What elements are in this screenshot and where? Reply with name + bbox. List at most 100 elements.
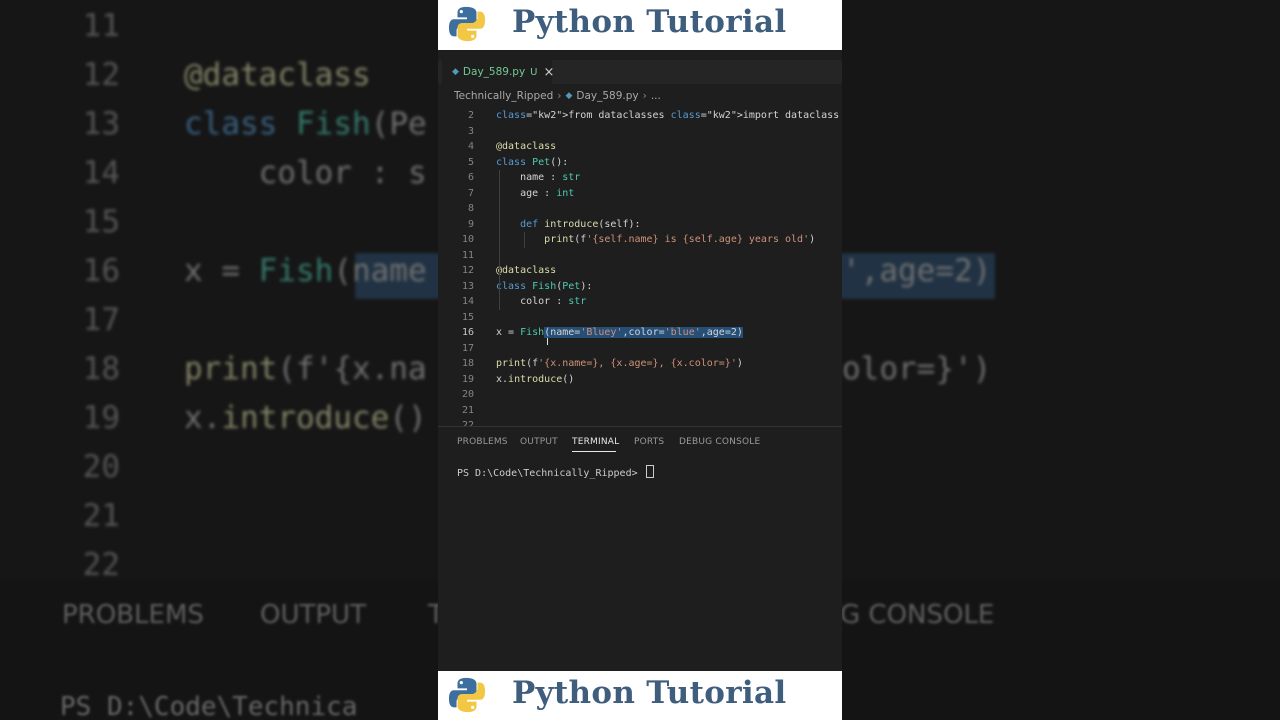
close-icon[interactable]: ×: [544, 65, 555, 80]
indent-guide: [499, 294, 500, 310]
code-text: @dataclass: [496, 265, 557, 276]
background-code-text: print(f'{x.na: [184, 351, 427, 387]
line-number: 14: [461, 296, 474, 307]
line-number: 12: [461, 265, 474, 276]
tab-output[interactable]: OUTPUT: [520, 437, 558, 447]
line-number: 16: [461, 327, 474, 338]
code-text: print(f'{x.name=}, {x.age=}, {x.color=}'…: [496, 358, 743, 369]
breadcrumb-file[interactable]: Day_589.py: [576, 90, 638, 102]
line-number: 4: [467, 141, 474, 152]
line-number: 21: [461, 404, 474, 416]
editor-tab-day-589[interactable]: ◆ Day_589.py U ×: [442, 60, 555, 84]
breadcrumb: Technically_Ripped › ◆ Day_589.py › ...: [454, 88, 661, 104]
code-text: x.introduce(): [496, 373, 575, 385]
background-code-text: color : s: [184, 155, 427, 191]
line-number: 10: [461, 234, 474, 245]
python-file-icon: ◆: [452, 67, 459, 77]
python-file-icon: ◆: [565, 91, 573, 101]
line-number: 7: [467, 187, 474, 199]
code-text: class Fish(Pet):: [496, 280, 593, 292]
background-code-text: x = Fish(name: [184, 253, 427, 289]
line-number: 5: [467, 156, 474, 168]
code-text: class="kw2">from dataclasses class="kw2"…: [496, 110, 840, 121]
code-editor[interactable]: 2 class="kw2">from dataclasses class="kw2…: [438, 108, 842, 426]
code-line[interactable]: 4 @dataclass: [438, 139, 842, 155]
editor-tab-bar: ◆ Day_589.py U ×: [438, 60, 842, 84]
line-number: 9: [467, 218, 474, 230]
line-number: 22: [461, 420, 474, 426]
background-line-number: 14: [82, 155, 120, 191]
breadcrumb-folder[interactable]: Technically_Ripped: [454, 90, 553, 102]
terminal[interactable]: PS D:\Code\Technically_Ripped>: [457, 465, 654, 479]
code-line[interactable]: 17: [438, 341, 842, 357]
code-line[interactable]: 19 x.introduce(): [438, 372, 842, 388]
background-tab-debug-console: G CONSOLE: [840, 600, 995, 630]
background-line-number: 21: [82, 498, 120, 534]
tab-terminal[interactable]: TERMINAL: [572, 437, 619, 447]
code-text: print(f'{self.name} is {self.age} years …: [544, 234, 816, 245]
code-line[interactable]: 3: [438, 124, 842, 140]
code-line[interactable]: 5 class Pet():: [438, 155, 842, 171]
background-line-number: 13: [82, 106, 120, 142]
active-tab-indicator: [572, 451, 616, 452]
code-text: @dataclass: [496, 141, 557, 152]
code-line[interactable]: 16 x = Fish(name='Bluey',color='blue',age…: [438, 325, 842, 341]
background-line-number: 20: [82, 449, 120, 485]
line-number: 11: [461, 249, 474, 261]
background-line-number: 11: [82, 8, 120, 44]
background-tab-output: OUTPUT: [260, 600, 366, 630]
background-code-text: @dataclass: [184, 57, 371, 93]
code-text: x = Fish(name='Bluey',color='blue',age=2…: [496, 327, 743, 338]
terminal-prompt: PS D:\Code\Technically_Ripped>: [457, 468, 644, 479]
terminal-cursor: [645, 465, 654, 478]
code-line[interactable]: 20: [438, 387, 842, 403]
tab-ports[interactable]: PORTS: [634, 437, 664, 447]
background-code-text: class Fish(Pe: [184, 106, 427, 142]
python-logo-icon: [448, 677, 486, 713]
code-line[interactable]: 15: [438, 310, 842, 326]
top-banner: Python Tutorial: [438, 0, 842, 50]
background-code-fragment: olor=}'): [842, 351, 992, 387]
untracked-marker: U: [530, 66, 538, 78]
breadcrumb-more[interactable]: ...: [651, 90, 661, 102]
background-terminal: PS D:\Code\Technica: [60, 692, 358, 720]
banner-title: Python Tutorial: [512, 675, 787, 711]
bottom-banner: Python Tutorial: [438, 671, 842, 720]
code-text: class Pet():: [496, 156, 569, 168]
background-line-number: 22: [82, 547, 120, 583]
line-number: 20: [461, 389, 474, 400]
code-line[interactable]: 22: [438, 418, 842, 426]
code-text: color : str: [496, 296, 587, 307]
code-text: name : str: [496, 172, 581, 183]
background-line-number: 17: [82, 302, 120, 338]
background-tab-problems: PROBLEMS: [62, 600, 204, 630]
line-number: 8: [467, 203, 474, 214]
line-number: 18: [461, 358, 474, 369]
python-logo-icon: [448, 6, 486, 42]
background-line-number: 19: [82, 400, 120, 436]
background-code-text: x.introduce(): [184, 400, 427, 436]
chevron-right-icon: ›: [642, 90, 647, 102]
line-number: 13: [461, 280, 474, 292]
line-number: 15: [461, 311, 474, 323]
vscode-window: Python Tutorial ◆ Day_589.py U × Technic…: [438, 0, 842, 720]
banner-title: Python Tutorial: [512, 4, 787, 40]
tab-problems[interactable]: PROBLEMS: [457, 437, 508, 447]
code-line[interactable]: 18 print(f'{x.name=}, {x.age=}, {x.color=…: [438, 356, 842, 372]
indent-guide: [499, 170, 500, 294]
code-text: def introduce(self):: [520, 218, 641, 230]
line-number: 6: [467, 172, 474, 183]
indent-guide: [524, 232, 525, 248]
line-number: 19: [461, 373, 474, 385]
background-line-number: 12: [82, 57, 120, 93]
code-line[interactable]: 2 class="kw2">from dataclasses class="kw2…: [438, 108, 842, 124]
tab-debug-console[interactable]: DEBUG CONSOLE: [679, 437, 760, 447]
line-number: 17: [461, 342, 474, 354]
tab-filename: Day_589.py: [462, 66, 526, 78]
chevron-right-icon: ›: [557, 90, 562, 102]
code-line[interactable]: 21: [438, 403, 842, 419]
background-code-fragment: ',age=2): [842, 253, 992, 289]
bottom-panel-tabs: PROBLEMS OUTPUT TERMINAL PORTS DEBUG CON…: [438, 426, 842, 457]
background-line-number: 18: [82, 351, 120, 387]
background-line-number: 15: [82, 204, 120, 240]
